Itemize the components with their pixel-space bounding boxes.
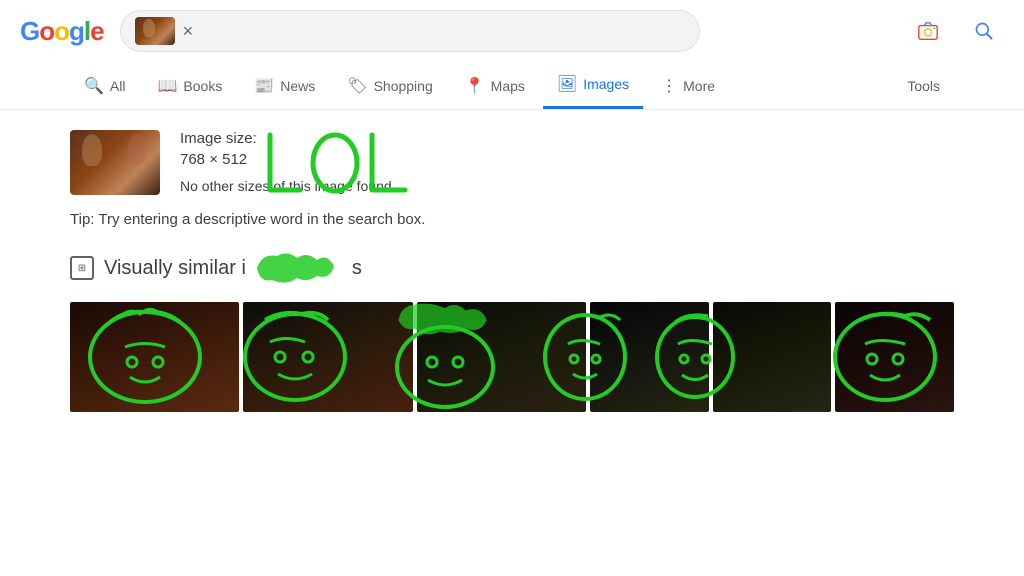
green-blob-annotation — [252, 248, 342, 288]
image-grid-container — [70, 302, 954, 412]
news-nav-icon: 📰 — [254, 76, 274, 96]
tip-text: Tip: Try entering a descriptive word in … — [70, 211, 954, 228]
nav-item-shopping[interactable]: 🏷 Shopping — [333, 64, 446, 108]
visually-similar-suffix: s — [352, 257, 362, 280]
nav-item-books[interactable]: 📖 Books — [143, 64, 236, 108]
search-nav-icon: 🔍 — [84, 76, 104, 96]
main-content: Image size: 768 × 512 No other sizes of … — [0, 110, 1024, 432]
header: Google × — [0, 0, 1024, 62]
google-logo: Google — [20, 16, 104, 47]
result-thumbnail — [70, 130, 160, 195]
nav-bar: 🔍 All 📖 Books 📰 News 🏷 Shopping 📍 Maps 🖼… — [0, 62, 1024, 110]
nav-label-all: All — [110, 78, 126, 94]
header-icons — [908, 11, 1004, 51]
images-nav-icon: 🖼 — [557, 74, 577, 94]
nav-item-more[interactable]: ⋮ More — [647, 64, 729, 108]
visually-similar-header: ⊞ Visually similar i s — [70, 248, 954, 288]
nav-label-maps: Maps — [491, 78, 525, 94]
image-result-row: Image size: 768 × 512 No other sizes of … — [70, 130, 954, 195]
image-grid — [70, 302, 954, 412]
grid-image-5[interactable] — [713, 302, 832, 412]
image-dimensions: 768 × 512 — [180, 151, 396, 168]
more-nav-icon: ⋮ — [661, 76, 677, 96]
search-icon — [974, 21, 994, 41]
shopping-nav-icon: 🏷 — [347, 76, 367, 96]
grid-image-6[interactable] — [835, 302, 954, 412]
maps-nav-icon: 📍 — [465, 76, 485, 96]
camera-icon — [917, 20, 939, 42]
search-bar[interactable]: × — [120, 10, 700, 52]
nav-label-more: More — [683, 78, 715, 94]
visually-similar-label: Visually similar i — [104, 257, 246, 280]
nav-item-all[interactable]: 🔍 All — [70, 64, 139, 108]
grid-image-1[interactable] — [70, 302, 239, 412]
search-image-thumbnail — [135, 17, 175, 45]
nav-label-news: News — [280, 78, 315, 94]
no-other-sizes-text: No other sizes of this image found. — [180, 178, 396, 194]
close-icon[interactable]: × — [183, 21, 194, 42]
search-button[interactable] — [964, 11, 1004, 51]
grid-image-4[interactable] — [590, 302, 709, 412]
grid-image-2[interactable] — [243, 302, 412, 412]
image-size-label: Image size: — [180, 130, 396, 147]
books-nav-icon: 📖 — [157, 76, 177, 96]
nav-item-maps[interactable]: 📍 Maps — [451, 64, 539, 108]
nav-label-books: Books — [183, 78, 222, 94]
result-info: Image size: 768 × 512 No other sizes of … — [180, 130, 396, 194]
grid-image-3[interactable] — [417, 302, 586, 412]
tools-button[interactable]: Tools — [893, 66, 954, 106]
nav-item-news[interactable]: 📰 News — [240, 64, 329, 108]
camera-search-button[interactable] — [908, 11, 948, 51]
nav-item-images[interactable]: 🖼 Images — [543, 62, 643, 109]
nav-label-images: Images — [583, 76, 629, 92]
similar-images-icon: ⊞ — [70, 256, 94, 280]
nav-label-shopping: Shopping — [374, 78, 433, 94]
